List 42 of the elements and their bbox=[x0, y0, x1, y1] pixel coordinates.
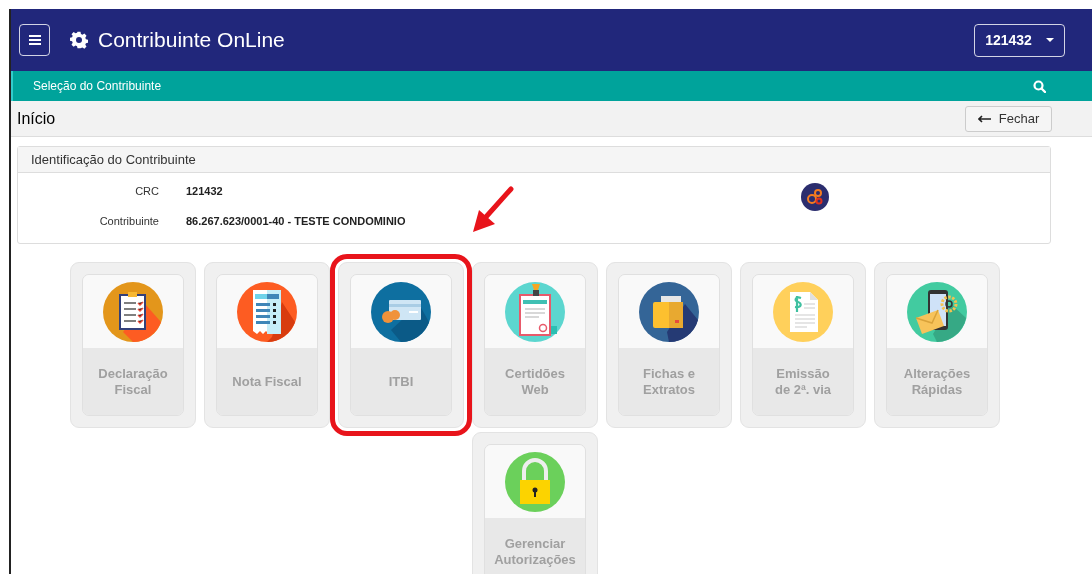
back-arrow-icon bbox=[977, 114, 991, 123]
gears-logo-icon bbox=[801, 183, 829, 211]
module-tile[interactable]: Emissão de 2ª. via bbox=[740, 262, 866, 428]
module-tile[interactable]: Gerenciar Autorizações bbox=[472, 432, 598, 574]
module-tile[interactable]: Fichas e Extratos bbox=[606, 262, 732, 428]
app-title: Contribuinte OnLine bbox=[98, 27, 285, 54]
module-label: Declaração Fiscal bbox=[97, 365, 169, 398]
contributor-selection-link[interactable]: Seleção do Contribuinte bbox=[33, 77, 162, 95]
padlock-icon bbox=[505, 451, 565, 512]
module-tile[interactable]: Nota Fiscal bbox=[204, 262, 330, 428]
module-label: Emissão de 2ª. via bbox=[773, 365, 833, 398]
module-label: Gerenciar Autorizações bbox=[494, 535, 576, 568]
module-label: Nota Fiscal bbox=[232, 373, 302, 390]
field-label: Contribuinte bbox=[98, 213, 159, 229]
menu-icon bbox=[28, 35, 41, 45]
module-tile[interactable]: Alterações Rápidas bbox=[874, 262, 1000, 428]
menu-button[interactable] bbox=[19, 24, 50, 56]
module-label: Fichas e Extratos bbox=[642, 365, 696, 398]
folder-icon bbox=[639, 281, 699, 342]
caret-icon bbox=[1045, 38, 1054, 42]
field-value: 121432 bbox=[186, 184, 223, 199]
module-label: Certidões Web bbox=[504, 365, 566, 398]
account-number: 121432 bbox=[985, 30, 1032, 50]
card-title: Identificação do Contribuinte bbox=[31, 150, 196, 169]
certificate-icon bbox=[505, 281, 565, 342]
phone-envelope-icon bbox=[907, 281, 967, 342]
dollar-document-icon bbox=[773, 281, 833, 342]
account-dropdown[interactable]: 121432 bbox=[974, 23, 1065, 57]
module-label: ITBI bbox=[388, 373, 414, 390]
field-label: CRC bbox=[134, 184, 159, 199]
page-title: Início bbox=[17, 108, 56, 129]
card-icon bbox=[371, 281, 431, 342]
clipboard-icon bbox=[103, 281, 163, 342]
field-value: 86.267.623/0001-40 - TESTE CONDOMINIO bbox=[186, 213, 406, 229]
search-icon[interactable] bbox=[1033, 79, 1046, 93]
module-label: Alterações Rápidas bbox=[902, 365, 972, 398]
close-button[interactable]: Fechar bbox=[965, 105, 1052, 132]
module-tile[interactable]: Declaração Fiscal bbox=[70, 262, 196, 428]
annotation-arrow bbox=[471, 186, 515, 234]
receipt-icon bbox=[237, 281, 297, 342]
module-tile[interactable]: Certidões Web bbox=[472, 262, 598, 428]
settings-icon bbox=[70, 31, 88, 49]
